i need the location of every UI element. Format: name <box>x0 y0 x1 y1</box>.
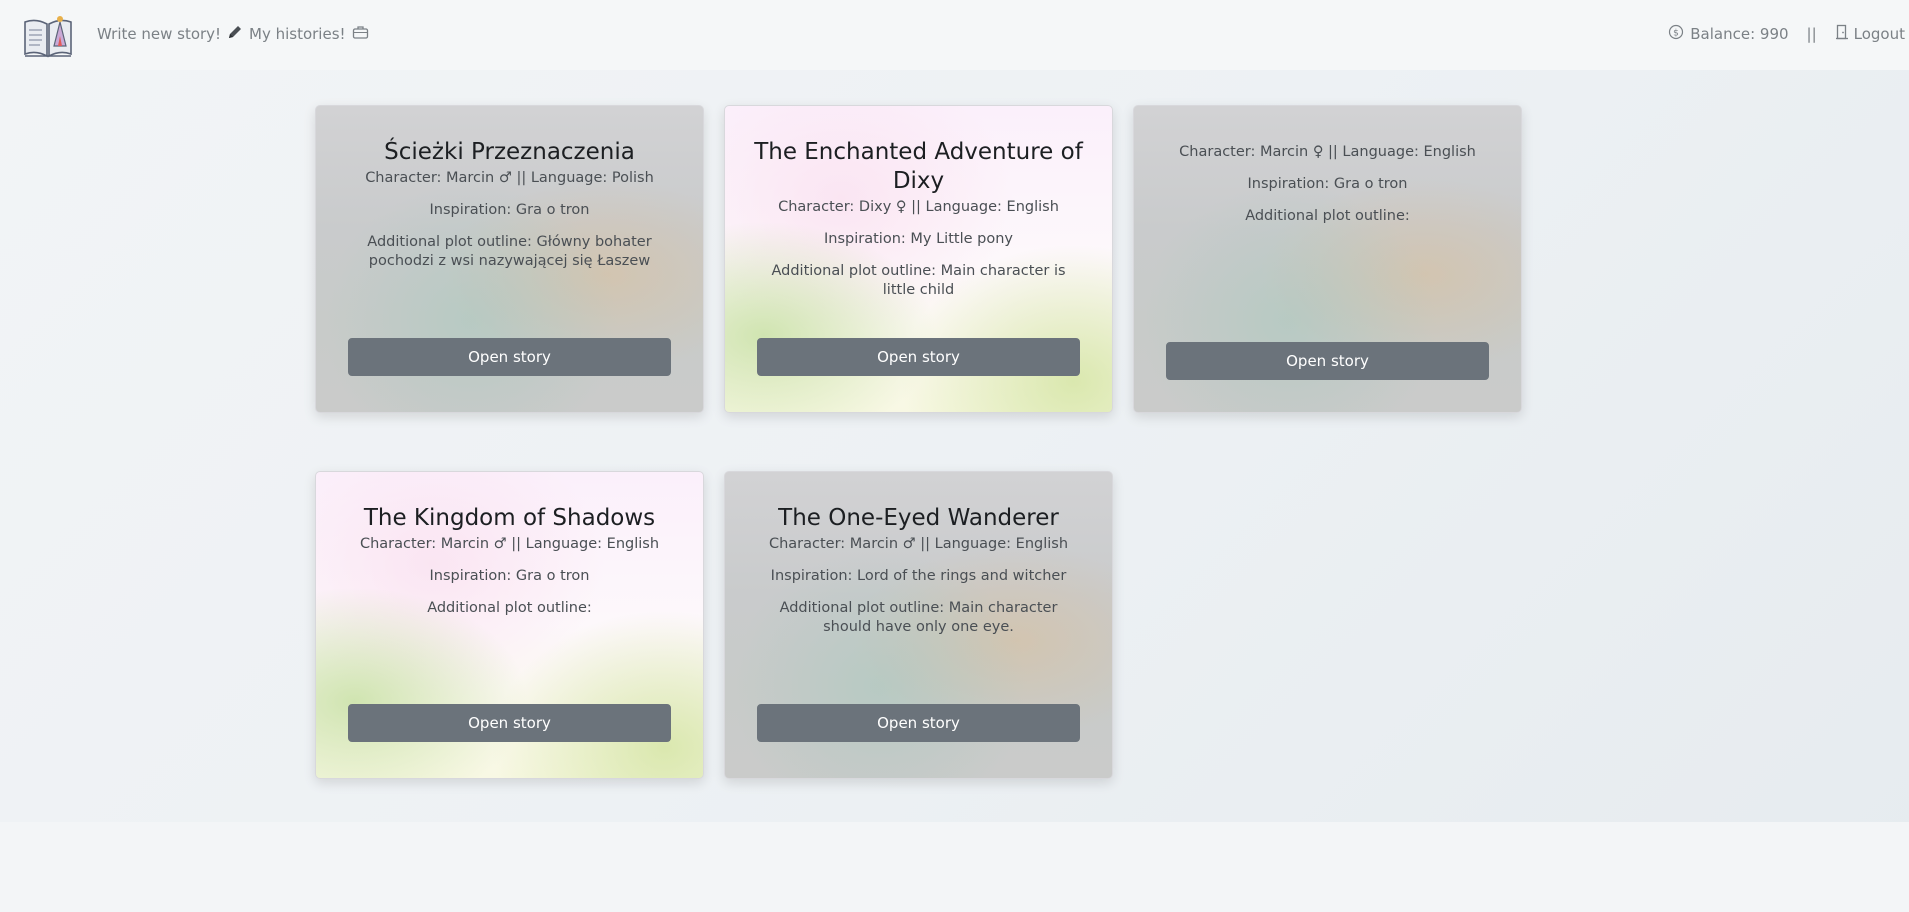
pen-icon <box>227 24 243 44</box>
my-histories-link[interactable]: My histories! <box>249 24 369 44</box>
open-story-button[interactable]: Open story <box>1166 342 1489 380</box>
open-story-button[interactable]: Open story <box>348 338 671 376</box>
balance-label: Balance: 990 <box>1690 25 1789 43</box>
my-histories-label: My histories! <box>249 25 346 43</box>
story-card: The Enchanted Adventure of Dixy Characte… <box>724 105 1113 413</box>
story-character: Character: Marcin ♂ || Language: English <box>768 536 1069 552</box>
story-card: Character: Marcin ♀ || Language: English… <box>1133 105 1522 413</box>
navbar: Write new story! My histories! $ Balance… <box>0 0 1909 70</box>
open-story-button[interactable]: Open story <box>757 704 1080 742</box>
nav-separator: || <box>1806 25 1817 43</box>
story-outline: Additional plot outline: <box>427 600 592 616</box>
story-inspiration: Inspiration: Lord of the rings and witch… <box>770 568 1067 584</box>
story-card: Ścieżki Przeznaczenia Character: Marcin … <box>315 105 704 413</box>
logout-link[interactable]: Logout <box>1835 24 1905 44</box>
story-title: The Enchanted Adventure of Dixy <box>754 139 1083 194</box>
open-story-button[interactable]: Open story <box>757 338 1080 376</box>
story-inspiration: Inspiration: Gra o tron <box>429 202 590 218</box>
story-inspiration: Inspiration: Gra o tron <box>429 568 590 584</box>
account-area: $ Balance: 990 || Logout <box>1668 24 1905 44</box>
story-inspiration: Inspiration: My Little pony <box>824 231 1013 247</box>
story-inspiration: Inspiration: Gra o tron <box>1247 176 1408 192</box>
logo-book-icon[interactable] <box>22 10 74 60</box>
story-title: The One-Eyed Wanderer <box>778 505 1059 531</box>
story-card: The Kingdom of Shadows Character: Marcin… <box>315 471 704 779</box>
story-outline: Additional plot outline: Main character … <box>771 263 1066 298</box>
story-card: The One-Eyed Wanderer Character: Marcin … <box>724 471 1113 779</box>
story-outline: Additional plot outline: Main character … <box>779 600 1058 635</box>
write-new-story-link[interactable]: Write new story! <box>97 24 243 44</box>
story-character: Character: Marcin ♂ || Language: Polish <box>365 170 654 186</box>
story-title: The Kingdom of Shadows <box>363 505 656 531</box>
write-new-story-label: Write new story! <box>97 25 222 43</box>
footer-area <box>0 822 1909 912</box>
briefcase-icon <box>352 24 369 44</box>
story-title: Ścieżki Przeznaczenia <box>384 139 635 165</box>
story-outline: Additional plot outline: Główny bohater … <box>367 234 652 269</box>
story-character: Character: Marcin ♂ || Language: English <box>359 536 660 552</box>
story-character: Character: Marcin ♀ || Language: English <box>1179 144 1476 160</box>
logout-label: Logout <box>1853 25 1905 43</box>
story-character: Character: Dixy ♀ || Language: English <box>778 199 1059 215</box>
door-icon <box>1835 24 1849 44</box>
coin-icon: $ <box>1668 24 1684 44</box>
open-story-button[interactable]: Open story <box>348 704 671 742</box>
svg-text:$: $ <box>1673 29 1679 39</box>
story-outline: Additional plot outline: <box>1245 208 1410 224</box>
